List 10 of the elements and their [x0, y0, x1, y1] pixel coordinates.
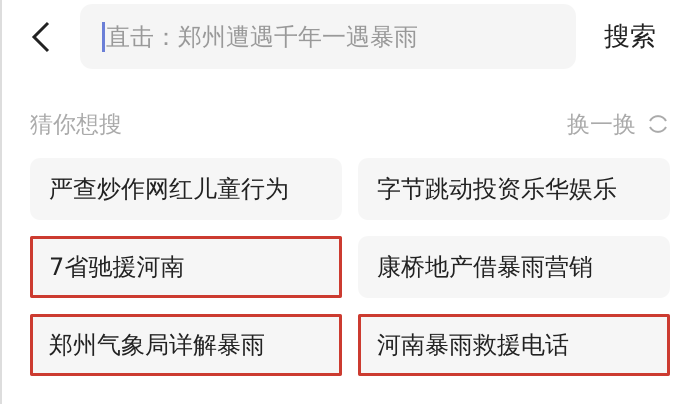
suggestion-chip[interactable]: 郑州气象局详解暴雨: [30, 314, 342, 376]
section-title: 猜你想搜: [30, 110, 122, 140]
suggestion-chip[interactable]: 严查炒作网红儿童行为: [30, 158, 342, 220]
search-button[interactable]: 搜索: [604, 19, 656, 54]
suggestion-chip[interactable]: 7省驰援河南: [30, 236, 342, 298]
search-field[interactable]: 直击：郑州遭遇千年一遇暴雨: [80, 4, 576, 69]
text-cursor: [102, 22, 105, 52]
suggestion-chip[interactable]: 河南暴雨救援电话: [358, 314, 670, 376]
suggestion-chip[interactable]: 康桥地产借暴雨营销: [358, 236, 670, 298]
suggestion-chip[interactable]: 字节跳动投资乐华娱乐: [358, 158, 670, 220]
